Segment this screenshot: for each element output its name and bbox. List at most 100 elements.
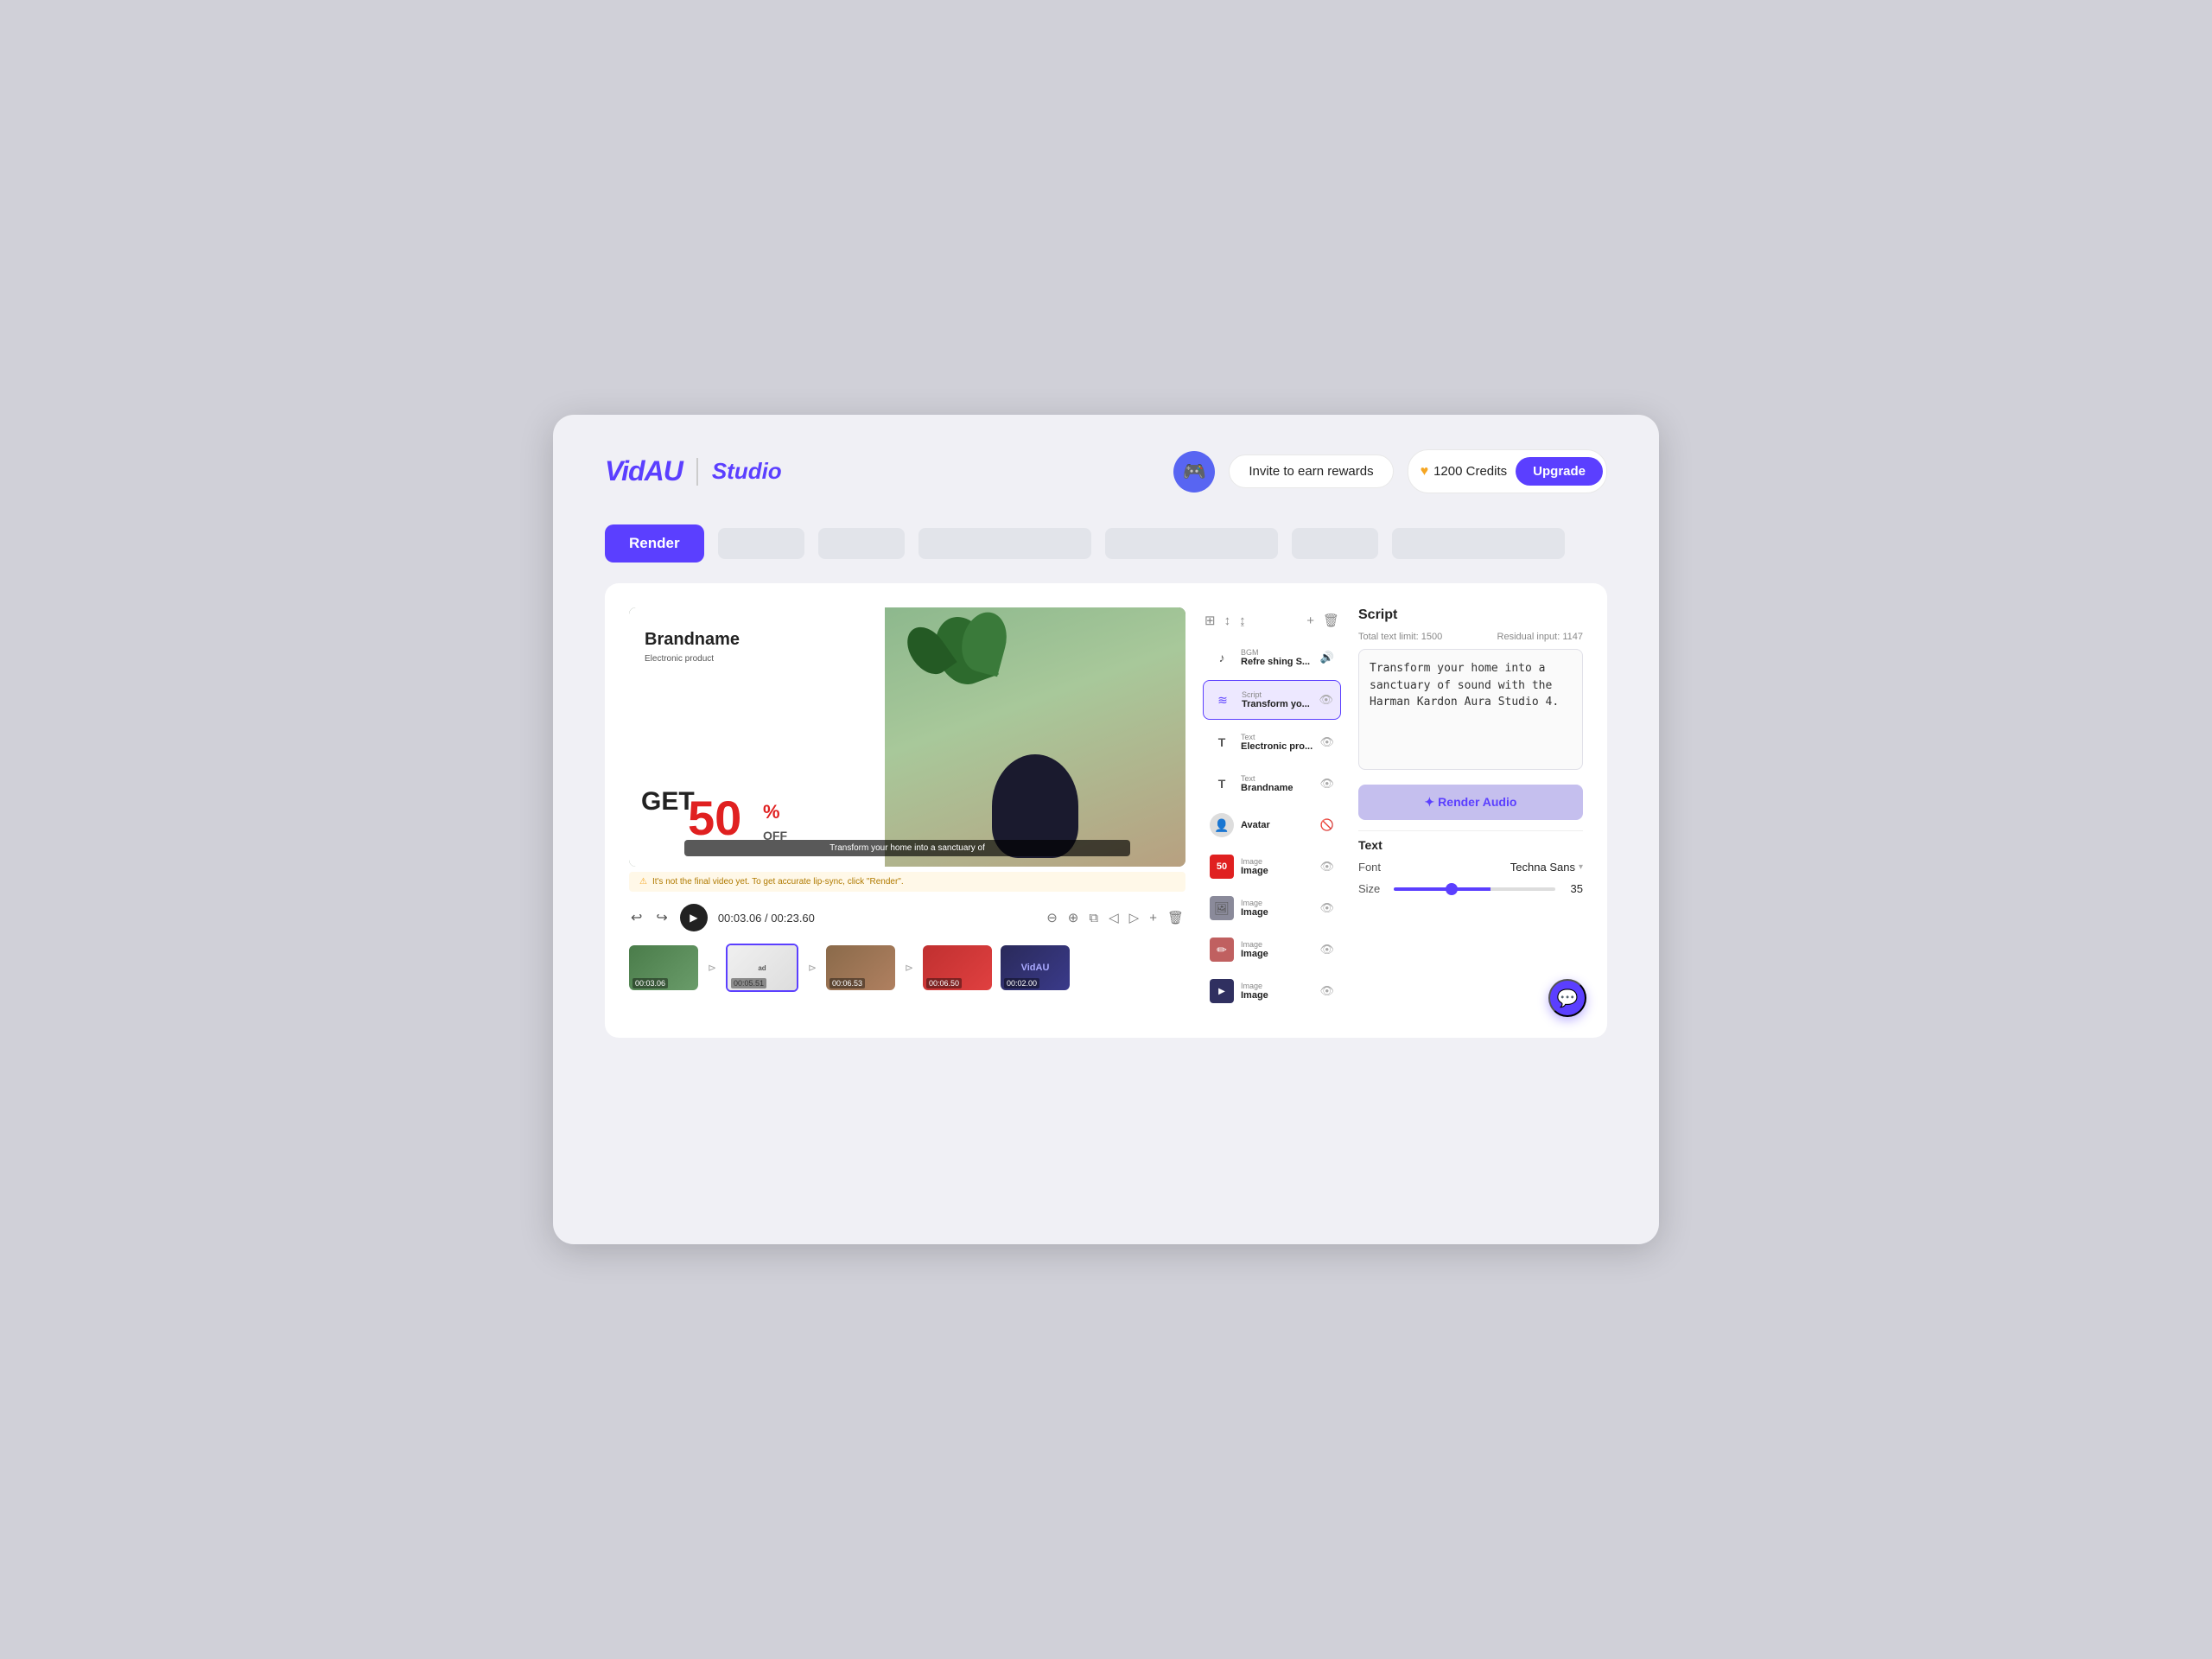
layer-eye-text2[interactable]: 👁	[1319, 777, 1334, 791]
ad-subtitle: Electronic product	[645, 654, 714, 664]
layer-name-text1: Electronic pro...	[1241, 741, 1313, 752]
ad-image-area	[885, 607, 1185, 867]
play-button[interactable]: ▶	[680, 904, 708, 931]
toolbar-placeholder-4	[1105, 528, 1278, 559]
layer-item-image2[interactable]: 🖼 Image Image 👁	[1203, 889, 1341, 927]
layer-thumb-text1: T	[1210, 730, 1234, 754]
layer-name-image4: Image	[1241, 990, 1313, 1001]
layer-eye-image3[interactable]: 👁	[1319, 943, 1334, 957]
upgrade-button[interactable]: Upgrade	[1516, 457, 1603, 486]
layer-type-image1: Image	[1241, 857, 1313, 866]
discord-icon: 🎮	[1183, 461, 1206, 483]
layer-type-image3: Image	[1241, 940, 1313, 949]
layer-eye-image4[interactable]: 👁	[1319, 984, 1334, 998]
studio-label: Studio	[712, 458, 782, 485]
total-limit: Total text limit: 1500	[1358, 632, 1442, 642]
layer-item-text1[interactable]: T Text Electronic pro... 👁	[1203, 723, 1341, 761]
total-time: 00:23.60	[771, 912, 815, 925]
timeline-clip-1[interactable]: 00:03.06	[629, 945, 698, 990]
chat-bubble-button[interactable]: 💬	[1548, 979, 1586, 1017]
size-slider[interactable]	[1394, 887, 1555, 891]
layer-name-avatar: Avatar	[1241, 820, 1313, 830]
size-prop-row: Size 35	[1358, 882, 1583, 895]
toolbar-placeholder-2	[818, 528, 905, 559]
invite-button[interactable]: Invite to earn rewards	[1229, 454, 1393, 488]
layer-item-image4[interactable]: ▶ Image Image 👁	[1203, 972, 1341, 1010]
toolbar-placeholder-1	[718, 528, 804, 559]
trim-right-button[interactable]: ▷	[1128, 908, 1141, 927]
warning-bar: ⚠ It's not the final video yet. To get a…	[629, 872, 1185, 892]
text-limits: Total text limit: 1500 Residual input: 1…	[1358, 632, 1583, 642]
zoom-out-button[interactable]: ⊖	[1045, 908, 1059, 927]
split-button[interactable]: ⧉	[1087, 909, 1100, 927]
timeline: 00:03.06 ⊳ ad 00:05.51 ⊳ 00:06.53 ⊳	[629, 944, 1185, 992]
layer-copy-button[interactable]: ⊞	[1203, 611, 1217, 630]
layer-info-script: Script Transform yo...	[1242, 690, 1312, 709]
layer-item-avatar[interactable]: 👤 Avatar 🚫	[1203, 806, 1341, 844]
redo-button[interactable]: ↪	[654, 907, 669, 928]
layer-info-image2: Image Image	[1241, 899, 1313, 918]
play-icon: ▶	[690, 912, 697, 924]
trim-left-button[interactable]: ◁	[1107, 908, 1121, 927]
layer-eye-avatar[interactable]: 🚫	[1320, 818, 1334, 832]
layer-name-image3: Image	[1241, 949, 1313, 959]
layer-item-text2[interactable]: T Text Brandname 👁	[1203, 765, 1341, 803]
layer-name-image1: Image	[1241, 866, 1313, 876]
font-value: Techna Sans	[1510, 861, 1575, 874]
layer-eye-image2[interactable]: 👁	[1319, 901, 1334, 915]
layer-eye-script[interactable]: 👁	[1319, 693, 1333, 707]
clip-time-3: 00:06.53	[830, 978, 865, 988]
layer-item-bgm[interactable]: ♪ BGM Refre shing S... 🔊	[1203, 639, 1341, 677]
layer-order-button[interactable]: ↨	[1237, 612, 1248, 630]
clip-divider-3: ⊳	[900, 950, 918, 985]
layer-align-button[interactable]: ↕	[1223, 612, 1233, 630]
layer-thumb-image3: ✏	[1210, 938, 1234, 962]
layer-add-button[interactable]: +	[1305, 612, 1316, 630]
timeline-clip-2[interactable]: ad 00:05.51	[726, 944, 798, 992]
render-button[interactable]: Render	[605, 524, 704, 563]
layer-item-image1[interactable]: 50 Image Image 👁	[1203, 848, 1341, 886]
layer-eye-image1[interactable]: 👁	[1319, 860, 1334, 874]
add-clip-button[interactable]: +	[1147, 909, 1159, 927]
layer-type-image4: Image	[1241, 982, 1313, 990]
ad-brandname: Brandname	[645, 630, 740, 650]
layer-item-script[interactable]: ≋ Script Transform yo... 👁	[1203, 680, 1341, 720]
layer-info-image4: Image Image	[1241, 982, 1313, 1001]
script-textarea[interactable]: Transform your home into a sanctuary of …	[1358, 649, 1583, 770]
video-background: Brandname Electronic product GET 50 % OF…	[629, 607, 1185, 867]
section-divider	[1358, 830, 1583, 831]
layer-type-script: Script	[1242, 690, 1312, 699]
timeline-clip-3[interactable]: 00:06.53	[826, 945, 895, 990]
video-subtitle: Transform your home into a sanctuary of	[684, 840, 1129, 856]
playback-controls: ↩ ↪ ▶ 00:03.06 / 00:23.60 ⊖ ⊕ ⧉ ◁ ▷	[629, 900, 1185, 935]
layer-thumb-avatar: 👤	[1210, 813, 1234, 837]
timeline-clip-5[interactable]: VidAU 00:02.00	[1001, 945, 1070, 990]
timeline-clip-4[interactable]: 00:06.50	[923, 945, 992, 990]
layer-thumb-bgm: ♪	[1210, 645, 1234, 670]
discord-button[interactable]: 🎮	[1173, 451, 1215, 493]
layer-delete-button[interactable]: 🗑	[1321, 611, 1341, 630]
right-panel: Script Total text limit: 1500 Residual i…	[1358, 607, 1583, 1014]
layer-type-bgm: BGM	[1241, 648, 1313, 657]
layer-eye-text1[interactable]: 👁	[1319, 735, 1334, 749]
layer-info-text1: Text Electronic pro...	[1241, 733, 1313, 752]
font-value-display[interactable]: Techna Sans ▾	[1510, 861, 1583, 874]
undo-button[interactable]: ↩	[629, 907, 644, 928]
delete-clip-button[interactable]: 🗑	[1166, 908, 1185, 927]
ad-get-text: GET	[641, 789, 695, 815]
header-right: 🎮 Invite to earn rewards ♥ 1200 Credits …	[1173, 449, 1607, 493]
layer-thumb-text2: T	[1210, 772, 1234, 796]
render-audio-button[interactable]: ✦ Render Audio	[1358, 785, 1583, 820]
size-value: 35	[1562, 882, 1583, 895]
font-chevron-icon: ▾	[1579, 862, 1583, 872]
clip-time-1: 00:03.06	[632, 978, 668, 988]
layer-eye-bgm[interactable]: 🔊	[1320, 651, 1334, 664]
clip-time-4: 00:06.50	[926, 978, 962, 988]
credits-area: ♥ 1200 Credits Upgrade	[1408, 449, 1607, 493]
zoom-in-button[interactable]: ⊕	[1066, 908, 1081, 927]
toolbar-placeholder-6	[1392, 528, 1565, 559]
layer-name-image2: Image	[1241, 907, 1313, 918]
layer-item-image3[interactable]: ✏ Image Image 👁	[1203, 931, 1341, 969]
ad-discount: 50	[688, 794, 741, 842]
ad-overlay: Brandname Electronic product GET 50 % OF…	[629, 607, 1185, 867]
